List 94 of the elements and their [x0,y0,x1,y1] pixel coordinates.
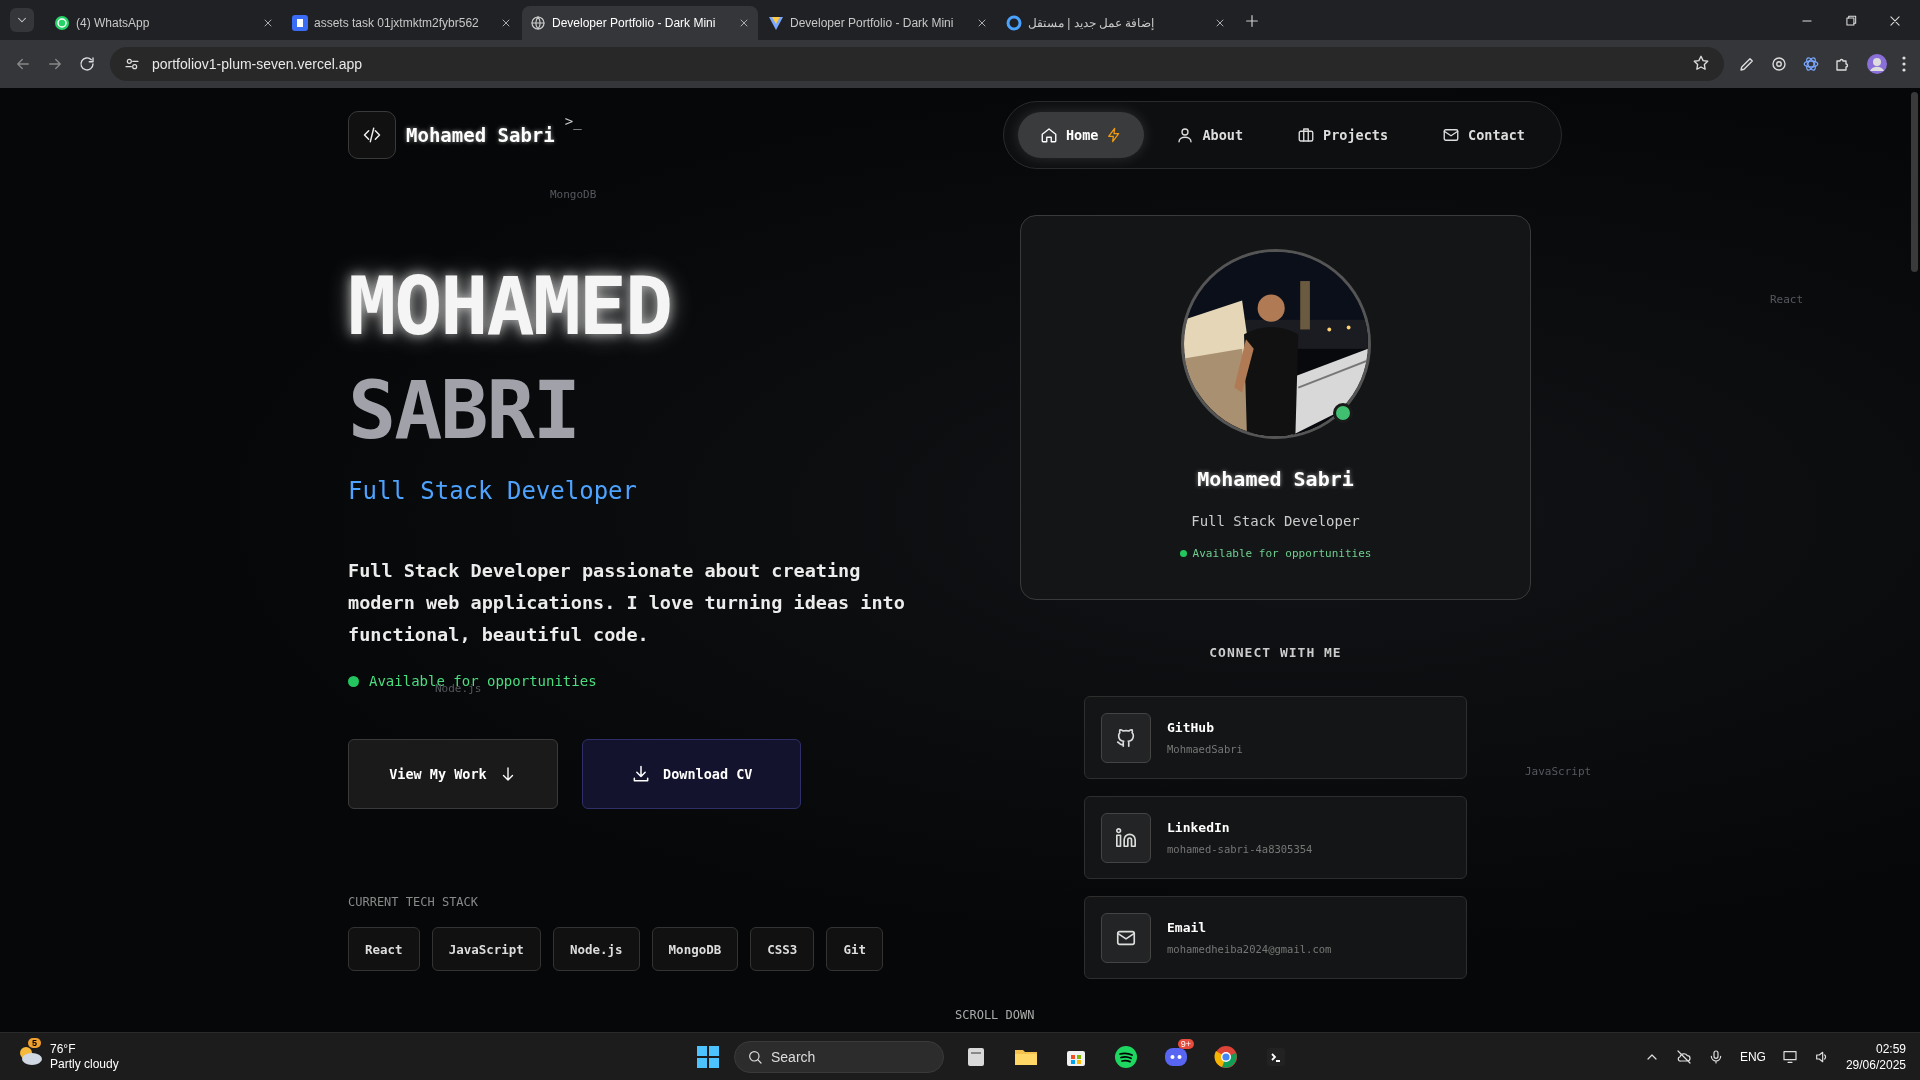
cloud-off-icon [1675,1049,1692,1065]
hero-first-name: MOHAMED [348,259,673,355]
status-dot [348,675,359,687]
site-settings-icon [124,56,140,72]
social-link[interactable]: GitHub MohmaedSabri [1084,696,1467,779]
briefcase-icon [1297,125,1316,144]
tab-title: assets task 01jxtmktm2fybr562 [314,16,480,30]
scroll-hint: SCROLL DOWN [955,1008,1035,1022]
tab-title: Developer Portfolio - Dark Mini [790,16,955,30]
link-handle: mohamedheiba2024@gmail.com [1167,943,1332,955]
restore-icon [1844,14,1858,28]
link-handle: MohmaedSabri [1167,743,1243,755]
scrollbar[interactable] [1911,92,1918,272]
browser-icon [1214,1045,1238,1069]
nav-link[interactable]: About [1154,111,1266,158]
temperature: 76°F [50,1042,77,1057]
background-word: JavaScript [1525,765,1592,778]
social-link[interactable]: LinkedIn mohamed-sabri-4a8305354 [1084,796,1467,879]
terminal-icon [1264,1045,1288,1069]
tab-title: Developer Portfolio - Dark Mini [552,16,717,30]
social-link[interactable]: Email mohamedheiba2024@gmail.com [1084,896,1467,979]
clock-date: 29/06/2025 [1845,1057,1906,1073]
tech-chip: Node.js [552,927,640,971]
linkedin-icon [1115,826,1137,849]
profile-avatar-icon[interactable] [1866,53,1888,75]
nav-link[interactable]: Home [1017,111,1145,158]
search-field[interactable]: Search [734,1041,944,1073]
status-text: Available for opportunities [1192,547,1372,560]
chat-icon [54,15,70,31]
start-icon[interactable] [696,1045,720,1069]
document-icon [292,15,308,31]
browser-tab[interactable]: Developer Portfolio - Dark Mini [522,6,758,40]
connect-heading: CONNECT WITH ME [1208,645,1343,660]
close-icon [500,17,512,29]
triangle-icon [768,15,784,31]
download-button[interactable]: Download CV [582,739,802,809]
tech-chip: CSS3 [750,927,815,971]
hero-bio: Full Stack Developer passionate about creating modern web applications. I love turning ideas into functional, beautiful code. [348,559,906,647]
link-title: Email [1167,920,1208,935]
tech-chip: React [348,927,420,971]
profile-name: Mohamed Sabri [1197,467,1354,491]
link-handle: mohamed-sabri-4a8305354 [1167,843,1313,855]
browser-tab[interactable]: إضافة عمل جديد | مستقل [998,6,1234,40]
close-icon [262,17,274,29]
prompt-symbol: >_ [564,112,582,129]
nav-link[interactable]: Contact [1420,111,1547,158]
clock-time: 02:59 [1874,1041,1906,1057]
hero-last-name: SABRI [348,363,580,459]
address-bar[interactable]: portfoliov1-plum-seven.vercel.app [110,47,1724,81]
circle-icon [1006,15,1022,31]
browser-tab[interactable]: (4) WhatsApp [46,6,282,40]
link-title: GitHub [1167,720,1215,735]
view-work-button[interactable]: View My Work [348,739,558,809]
tech-stack-label: CURRENT TECH STACK [348,895,480,909]
language-indicator[interactable]: ENG [1739,1050,1766,1064]
background-word: MongoDB [550,188,597,201]
more-icon[interactable] [1902,56,1906,72]
monitor-icon [1781,1049,1798,1065]
reload-icon [78,55,96,73]
close-icon [738,17,750,29]
globe-icon [530,15,546,31]
plus-icon [1244,13,1260,29]
browser-tab[interactable]: Developer Portfolio - Dark Mini [760,6,996,40]
close-icon [1214,17,1226,29]
search-icon [747,1049,763,1065]
close-icon [1888,14,1902,28]
target-icon [1770,55,1788,73]
weather-condition: Partly cloudy [50,1057,119,1072]
notification-badge: 9+ [1177,1039,1194,1049]
pen-icon [1738,55,1756,73]
tab-title: إضافة عمل جديد | مستقل [1028,16,1156,30]
logo-name[interactable]: Mohamed Sabri [406,123,555,146]
tab-list-button[interactable] [10,8,34,32]
tech-chip: Git [826,927,883,971]
link-title: LinkedIn [1167,820,1231,835]
tab-title: (4) WhatsApp [76,16,151,30]
atom-icon [1802,55,1820,73]
github-icon [1115,726,1137,749]
taskbar-app[interactable]: 9+ [1158,1037,1194,1077]
status-dot [1179,550,1187,557]
profile-role: Full Stack Developer [1191,513,1360,529]
chat-icon [1164,1045,1188,1069]
tech-chip: JavaScript [431,927,541,971]
download-icon [631,764,651,784]
weather-badge: 5 [28,1038,41,1048]
hero-role: Full Stack Developer [348,477,638,505]
user-icon [1176,125,1195,144]
background-word: React [1770,293,1804,306]
music-icon [1114,1045,1138,1069]
nav-link[interactable]: Projects [1275,111,1411,158]
browser-tab[interactable]: assets task 01jxtmktm2fybr562 [284,6,520,40]
star-icon [1692,53,1710,72]
close-icon [976,17,988,29]
tech-chip: MongoDB [651,927,739,971]
